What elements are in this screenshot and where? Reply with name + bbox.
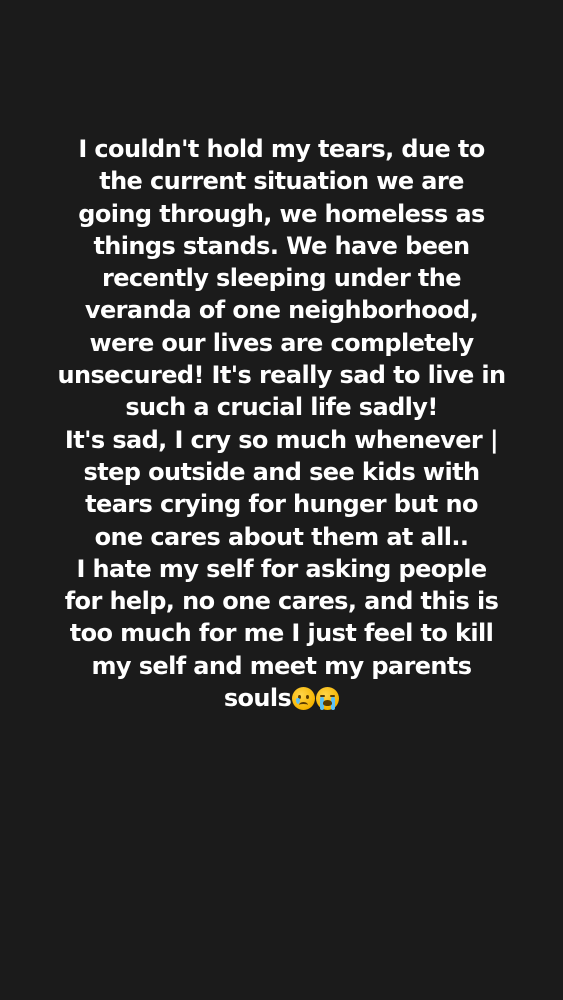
story-line: too much for me I just feel to kill	[69, 619, 494, 648]
story-line: I hate my self for asking people	[76, 554, 487, 583]
loudly-crying-face-icon	[316, 687, 340, 711]
story-line: things stands. We have been	[93, 231, 470, 260]
story-line: my self and meet my parents	[91, 651, 473, 680]
story-line-last: souls	[20, 682, 543, 714]
story-text-block: I couldn't hold my tears, due to the cur…	[20, 133, 543, 714]
story-line: I couldn't hold my tears, due to	[78, 135, 485, 163]
story-line: tears crying for hunger but no	[85, 490, 478, 519]
story-line: veranda of one neighborhood,	[84, 296, 479, 325]
crying-face-icon	[292, 687, 316, 711]
story-line: were our lives are completely	[89, 328, 475, 357]
story-line: It's sad, I cry so much whenever |	[64, 425, 499, 454]
story-line: going through, we homeless as	[78, 199, 485, 228]
story-line-text: souls	[223, 684, 292, 713]
story-line: the current situation we are	[99, 167, 464, 196]
story-line: such a crucial life sadly!	[125, 393, 438, 422]
story-line: for help, no one cares, and this is	[64, 587, 499, 616]
story-line: one cares about them at all..	[94, 522, 469, 551]
story-line: unsecured! It's really sad to live in	[57, 361, 507, 390]
story-line: recently sleeping under the	[102, 264, 462, 293]
story-screen: I couldn't hold my tears, due to the cur…	[0, 0, 563, 1000]
story-line: step outside and see kids with	[83, 457, 481, 486]
